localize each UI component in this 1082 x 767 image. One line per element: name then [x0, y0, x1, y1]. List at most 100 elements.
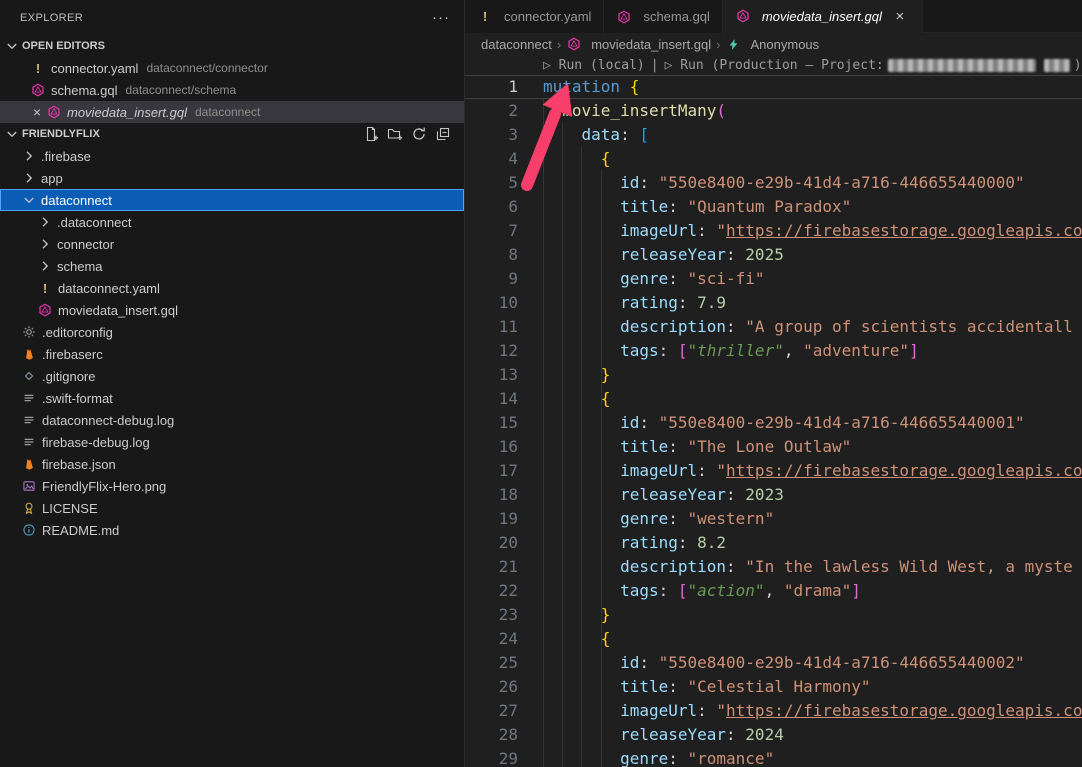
code-line-27[interactable]: 27 imageUrl: "https://firebasestorage.go… [465, 699, 1082, 723]
new-file-icon[interactable] [362, 125, 380, 143]
code-line-16[interactable]: 16 title: "The Lone Outlaw" [465, 435, 1082, 459]
code-line-6[interactable]: 6 title: "Quantum Paradox" [465, 195, 1082, 219]
tree-item-app[interactable]: app [0, 167, 464, 189]
code-line-20[interactable]: 20 rating: 8.2 [465, 531, 1082, 555]
tree-item-gitignore[interactable]: .gitignore [0, 365, 464, 387]
code-token [543, 389, 601, 408]
more-actions-icon[interactable]: ··· [432, 9, 450, 26]
graphql-icon [735, 8, 751, 24]
file-path: dataconnect/schema [125, 83, 236, 97]
code-token: https://firebasestorage.googleapis.co [726, 221, 1082, 240]
code-text: } [518, 363, 1082, 387]
code-line-8[interactable]: 8 releaseYear: 2025 [465, 243, 1082, 267]
code-token: genre [620, 509, 668, 528]
code-line-4[interactable]: 4 { [465, 147, 1082, 171]
breadcrumb-dataconnect[interactable]: dataconnect [481, 37, 552, 52]
code-text: genre: "sci-fi" [518, 267, 1082, 291]
tab-schema-gql[interactable]: schema.gql [604, 0, 722, 33]
file-label: firebase.json [42, 457, 116, 472]
code-line-23[interactable]: 23 } [465, 603, 1082, 627]
tree-item-dataconnect[interactable]: .dataconnect [0, 211, 464, 233]
code-line-17[interactable]: 17 imageUrl: "https://firebasestorage.go… [465, 459, 1082, 483]
tree-item-friendlyflix-hero-png[interactable]: FriendlyFlix-Hero.png [0, 475, 464, 497]
tree-item-swift-format[interactable]: .swift-format [0, 387, 464, 409]
tree-item-firebase-debug-log[interactable]: firebase-debug.log [0, 431, 464, 453]
code-token: data [582, 125, 621, 144]
code-line-24[interactable]: 24 { [465, 627, 1082, 651]
collapse-all-icon[interactable] [434, 125, 452, 143]
tree-item-dataconnect-yaml[interactable]: !dataconnect.yaml [0, 277, 464, 299]
code-line-22[interactable]: 22 tags: ["action", "drama"] [465, 579, 1082, 603]
tab-connector-yaml[interactable]: !connector.yaml [465, 0, 604, 33]
code-line-2[interactable]: 2 movie_insertMany( [465, 99, 1082, 123]
code-token: { [601, 389, 611, 408]
code-line-3[interactable]: 3 data: [ [465, 123, 1082, 147]
code-token: title [620, 437, 668, 456]
breadcrumb-moviedata-insert-gql[interactable]: moviedata_insert.gql [566, 36, 711, 52]
code-line-5[interactable]: 5 id: "550e8400-e29b-41d4-a716-446655440… [465, 171, 1082, 195]
code-text: title: "Celestial Harmony" [518, 675, 1082, 699]
new-folder-icon[interactable] [386, 125, 404, 143]
code-text: title: "The Lone Outlaw" [518, 435, 1082, 459]
code-line-13[interactable]: 13 } [465, 363, 1082, 387]
code-token: mutation [543, 77, 620, 96]
tree-item-schema[interactable]: schema [0, 255, 464, 277]
file-label: moviedata_insert.gql [67, 105, 187, 120]
code-token [543, 341, 620, 360]
run-production-link[interactable]: ▷ Run (Production – Project: [665, 58, 884, 73]
open-editors-header[interactable]: OPEN EDITORS [0, 35, 464, 57]
code-line-1[interactable]: 1mutation { [465, 75, 1082, 99]
run-local-link[interactable]: ▷ Run (local) [543, 58, 645, 73]
code-line-11[interactable]: 11 description: "A group of scientists a… [465, 315, 1082, 339]
tree-item-readme-md[interactable]: README.md [0, 519, 464, 541]
tree-item-firebase[interactable]: .firebase [0, 145, 464, 167]
code-line-7[interactable]: 7 imageUrl: "https://firebasestorage.goo… [465, 219, 1082, 243]
tree-item-firebaserc[interactable]: .firebaserc [0, 343, 464, 365]
code-token: [ [678, 341, 688, 360]
code-line-25[interactable]: 25 id: "550e8400-e29b-41d4-a716-44665544… [465, 651, 1082, 675]
breadcrumb-label: Anonymous [751, 37, 820, 52]
tree-item-dataconnect-debug-log[interactable]: dataconnect-debug.log [0, 409, 464, 431]
code-line-26[interactable]: 26 title: "Celestial Harmony" [465, 675, 1082, 699]
code-line-9[interactable]: 9 genre: "sci-fi" [465, 267, 1082, 291]
code-token: tags [620, 581, 659, 600]
tab-moviedata-insert-gql[interactable]: moviedata_insert.gql× [723, 0, 923, 33]
tree-item-connector[interactable]: connector [0, 233, 464, 255]
breadcrumb-anonymous[interactable]: Anonymous [726, 36, 820, 52]
code-token: genre [620, 269, 668, 288]
line-number: 29 [465, 747, 518, 767]
tree-item-editorconfig[interactable]: .editorconfig [0, 321, 464, 343]
line-number: 24 [465, 627, 518, 651]
code-token: : [668, 197, 687, 216]
code-line-29[interactable]: 29 genre: "romance" [465, 747, 1082, 767]
code-line-28[interactable]: 28 releaseYear: 2024 [465, 723, 1082, 747]
code-token: releaseYear [620, 245, 726, 264]
open-editor-schema-gql[interactable]: schema.gqldataconnect/schema [0, 79, 464, 101]
refresh-icon[interactable] [410, 125, 428, 143]
code-token [543, 437, 620, 456]
code-line-15[interactable]: 15 id: "550e8400-e29b-41d4-a716-44665544… [465, 411, 1082, 435]
editor-pane[interactable]: ▷ Run (local)|▷ Run (Production – Projec… [465, 55, 1082, 767]
redacted-project-name [888, 59, 1036, 72]
tree-item-moviedata-insert-gql[interactable]: moviedata_insert.gql [0, 299, 464, 321]
open-editor-moviedata-insert-gql[interactable]: ×moviedata_insert.gqldataconnect [0, 101, 464, 123]
code-line-10[interactable]: 10 rating: 7.9 [465, 291, 1082, 315]
close-icon[interactable]: × [28, 104, 46, 120]
code-token: : [726, 725, 745, 744]
tree-item-dataconnect[interactable]: dataconnect [0, 189, 464, 211]
close-icon[interactable]: × [890, 6, 910, 26]
code-token: 7.9 [697, 293, 726, 312]
code-token [543, 533, 620, 552]
code-line-19[interactable]: 19 genre: "western" [465, 507, 1082, 531]
tree-item-license[interactable]: LICENSE [0, 497, 464, 519]
code-line-14[interactable]: 14 { [465, 387, 1082, 411]
code-line-21[interactable]: 21 description: "In the lawless Wild Wes… [465, 555, 1082, 579]
tree-item-firebase-json[interactable]: firebase.json [0, 453, 464, 475]
graphql-icon [46, 104, 62, 120]
line-number: 17 [465, 459, 518, 483]
code-line-18[interactable]: 18 releaseYear: 2023 [465, 483, 1082, 507]
code-line-12[interactable]: 12 tags: ["thriller", "adventure"] [465, 339, 1082, 363]
open-editor-connector-yaml[interactable]: !connector.yamldataconnect/connector [0, 57, 464, 79]
workspace-header[interactable]: FRIENDLYFLIX [0, 123, 464, 145]
code-token [543, 557, 620, 576]
